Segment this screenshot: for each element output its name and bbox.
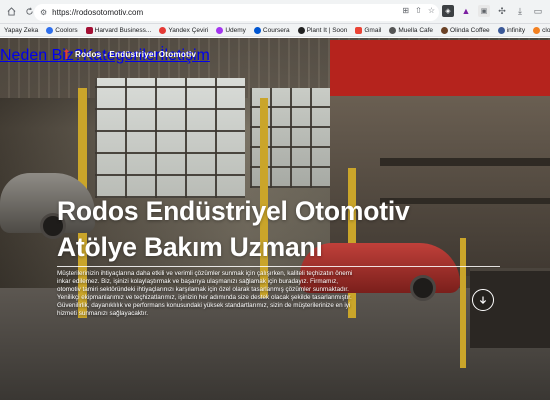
background-wheel bbox=[410, 275, 436, 301]
bookmark-infinity[interactable]: infinity bbox=[497, 26, 525, 34]
wrench-logo-icon bbox=[64, 49, 69, 59]
shield-extension-icon[interactable]: ◈ bbox=[442, 5, 454, 17]
gmail-icon bbox=[355, 26, 363, 34]
sidebar-icon[interactable]: ▭ bbox=[532, 5, 544, 17]
bookmark-olinda[interactable]: Olinda Coffee bbox=[441, 26, 490, 34]
hero-title: Rodos Endüstriyel Otomotiv Atölye Bakım … bbox=[57, 193, 410, 265]
home-icon[interactable] bbox=[4, 5, 18, 19]
address-bar[interactable]: ⚙ https://rodosotomotiv.com ⊞ ⇧ ☆ bbox=[34, 4, 439, 21]
background-shelf bbox=[380, 158, 550, 166]
bookmark-udemy[interactable]: Udemy bbox=[216, 26, 246, 34]
hero-description: Müşterilerinizin ihtiyaçlarına daha etki… bbox=[57, 270, 353, 318]
browser-toolbar: ⚙ https://rodosotomotiv.com ⊞ ⇧ ☆ ◈ ▲ ▣ … bbox=[0, 0, 550, 24]
muella-icon bbox=[389, 26, 397, 34]
bookmarks-bar: Yapay Zeka Coolors Harvard Business... Y… bbox=[0, 24, 550, 37]
infinity-icon bbox=[497, 26, 505, 34]
site-navbar: Rodos - Endüstriyel Otomotiv Neden Biz? … bbox=[0, 38, 550, 74]
hero-title-line-1: Rodos Endüstriyel Otomotiv bbox=[57, 196, 410, 226]
bookmark-harvard[interactable]: Harvard Business... bbox=[85, 26, 151, 34]
yandex-icon bbox=[159, 26, 167, 34]
coolors-icon bbox=[46, 26, 54, 34]
extensions-puzzle-icon[interactable]: ✣ bbox=[496, 5, 508, 17]
share-icon[interactable]: ⇧ bbox=[415, 6, 422, 15]
cloudflare-icon bbox=[533, 26, 541, 34]
plant-it-icon bbox=[297, 26, 305, 34]
background-lift-column bbox=[460, 238, 466, 368]
brand-link[interactable]: Rodos - Endüstriyel Otomotiv bbox=[63, 49, 196, 59]
coursera-icon bbox=[253, 26, 261, 34]
scroll-down-button[interactable] bbox=[472, 289, 494, 311]
install-app-icon[interactable]: ⊞ bbox=[402, 6, 409, 15]
olinda-icon bbox=[441, 26, 449, 34]
bookmark-yapay-zeka[interactable]: Yapay Zeka bbox=[4, 27, 38, 34]
bookmark-star-icon[interactable]: ☆ bbox=[428, 6, 435, 15]
bookmark-coolors[interactable]: Coolors bbox=[46, 26, 78, 34]
triangle-extension-icon[interactable]: ▲ bbox=[460, 5, 472, 17]
bookmark-cloudflare[interactable]: cloudflare bbox=[533, 26, 550, 34]
brand-name: Rodos - Endüstriyel Otomotiv bbox=[75, 49, 197, 59]
site-info-icon[interactable]: ⚙ bbox=[40, 8, 47, 17]
bookmark-coursera[interactable]: Coursera bbox=[253, 26, 290, 34]
bookmark-yandex[interactable]: Yandex Çeviri bbox=[159, 26, 208, 34]
bookmark-plant-it[interactable]: Plant It | Soon bbox=[297, 26, 347, 34]
hero-title-line-2: Atölye Bakım Uzmanı bbox=[57, 232, 323, 262]
background-window bbox=[95, 78, 245, 198]
download-icon[interactable]: ⤓ bbox=[514, 5, 526, 17]
hero-divider bbox=[57, 266, 500, 267]
udemy-icon bbox=[216, 26, 224, 34]
hero-section: Rodos - Endüstriyel Otomotiv Neden Biz? … bbox=[0, 38, 550, 400]
square-extension-icon[interactable]: ▣ bbox=[478, 5, 490, 17]
harvard-icon bbox=[85, 26, 93, 34]
extensions-bar: ◈ ▲ ▣ ✣ ⤓ ▭ bbox=[442, 5, 544, 17]
url-text[interactable]: https://rodosotomotiv.com bbox=[52, 8, 143, 17]
arrow-down-icon bbox=[479, 296, 487, 305]
bookmark-muella[interactable]: Muella Cafe bbox=[389, 26, 433, 34]
bookmark-gmail[interactable]: Gmail bbox=[355, 26, 381, 34]
